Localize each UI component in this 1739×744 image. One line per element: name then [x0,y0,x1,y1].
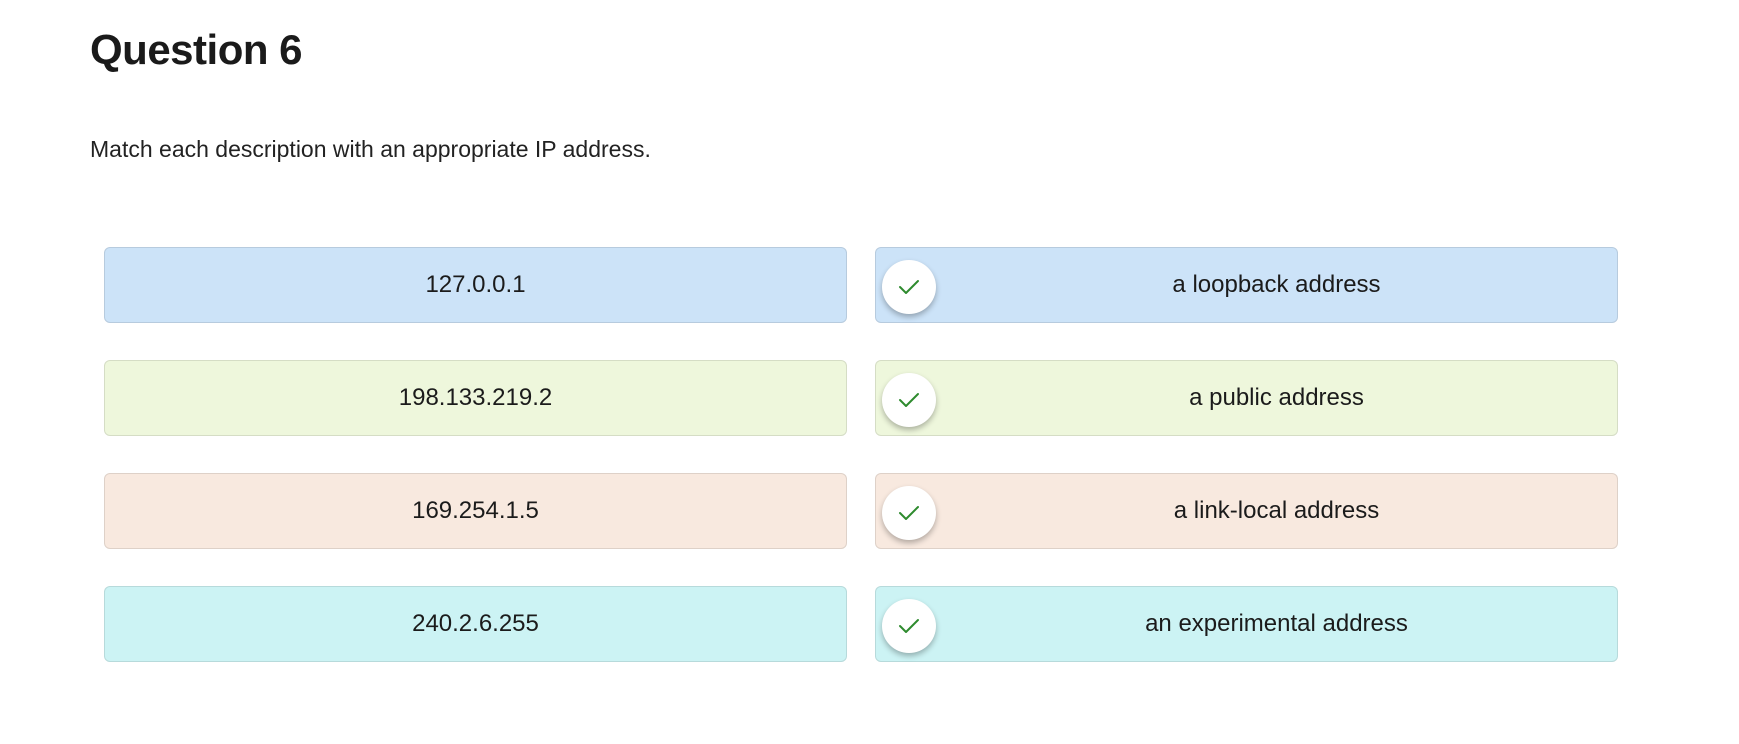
address-item[interactable]: 169.254.1.5 [104,473,847,549]
question-page: Question 6 Match each description with a… [0,0,1739,744]
description-item[interactable]: a link-local address [875,473,1618,549]
address-item[interactable]: 198.133.219.2 [104,360,847,436]
description-item[interactable]: a loopback address [875,247,1618,323]
check-icon[interactable] [882,373,936,427]
description-label: an experimental address [1145,610,1408,637]
check-icon[interactable] [882,260,936,314]
address-item[interactable]: 240.2.6.255 [104,586,847,662]
match-pair: 127.0.0.1 a loopback address [104,247,1622,325]
question-prompt: Match each description with an appropria… [90,136,651,162]
description-label: a public address [1189,384,1364,411]
match-pair: 169.254.1.5 a link-local address [104,473,1622,551]
description-label: a link-local address [1173,497,1380,524]
matching-pairs: 127.0.0.1 a loopback address 198.133.219… [104,247,1622,699]
match-pair: 240.2.6.255 an experimental address [104,586,1622,664]
address-label: 127.0.0.1 [425,271,526,298]
address-label: 240.2.6.255 [412,610,539,637]
match-pair: 198.133.219.2 a public address [104,360,1622,438]
description-item[interactable]: a public address [875,360,1618,436]
check-icon[interactable] [882,486,936,540]
check-icon[interactable] [882,599,936,653]
address-label: 198.133.219.2 [398,384,553,411]
address-item[interactable]: 127.0.0.1 [104,247,847,323]
question-title: Question 6 [90,26,303,73]
description-label: a loopback address [1172,271,1381,298]
description-item[interactable]: an experimental address [875,586,1618,662]
address-label: 169.254.1.5 [412,497,539,524]
